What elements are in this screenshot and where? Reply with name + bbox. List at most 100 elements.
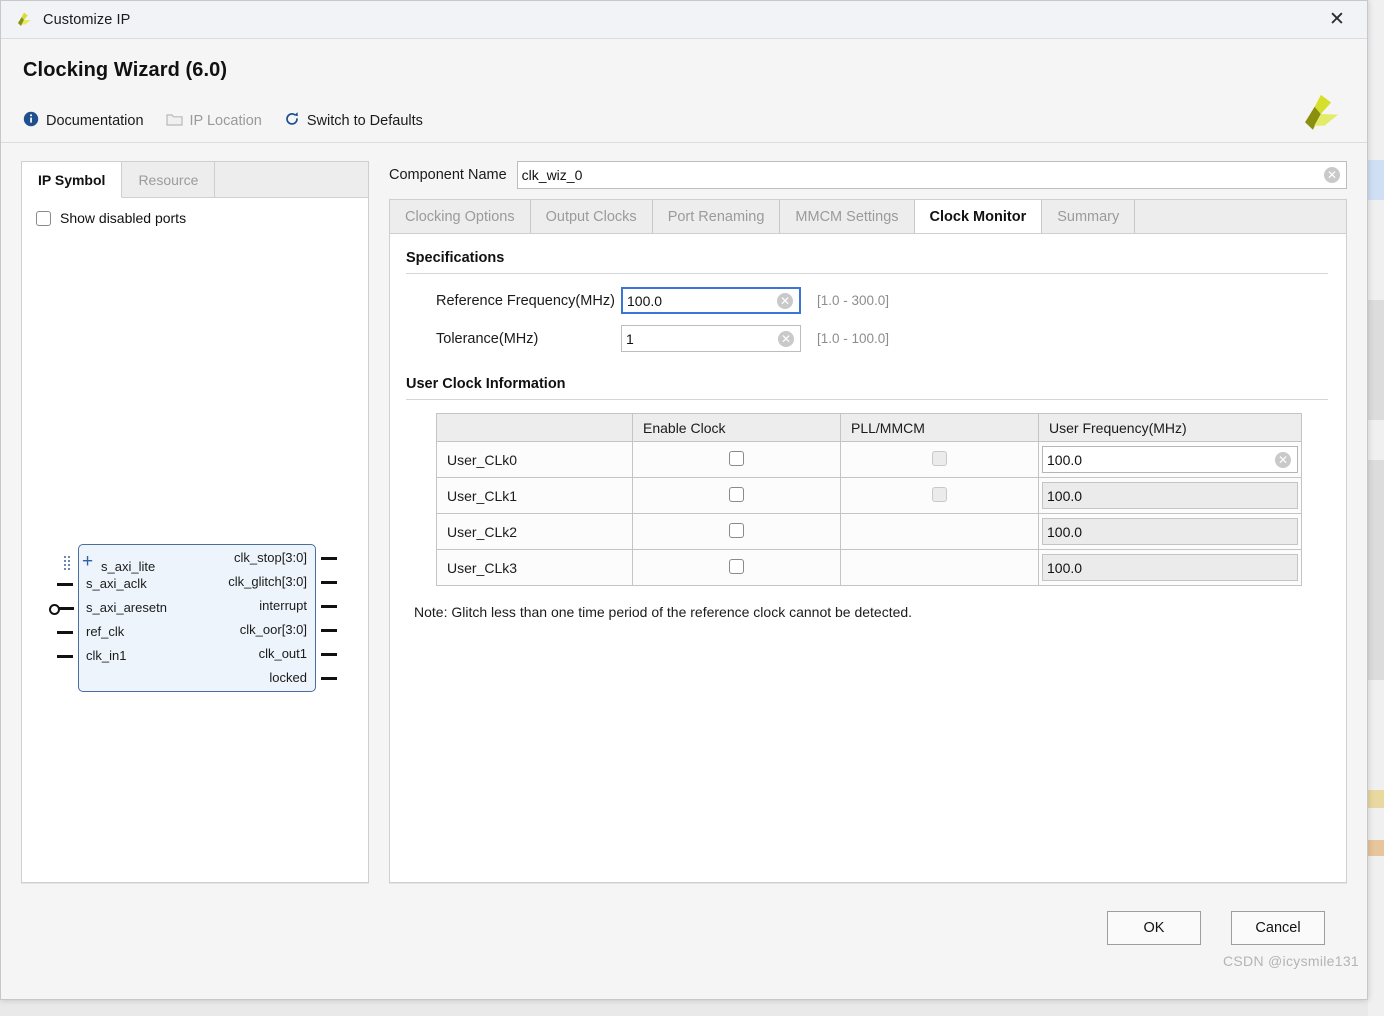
col-header-pll-mmcm: PLL/MMCM <box>840 413 1039 442</box>
user-frequency-value-0: 100.0 <box>1047 451 1083 468</box>
ip-location-link[interactable]: IP Location <box>165 112 262 131</box>
switch-to-defaults-link[interactable]: Switch to Defaults <box>284 111 423 131</box>
clear-circle-icon[interactable]: ✕ <box>777 292 793 309</box>
user-frequency-value-2: 100.0 <box>1047 523 1083 540</box>
tab-clock-monitor[interactable]: Clock Monitor <box>914 200 1043 233</box>
dialog-title: Customize IP <box>43 11 131 28</box>
enable-clock-checkbox-3[interactable] <box>729 558 744 574</box>
documentation-link[interactable]: Documentation <box>23 111 144 131</box>
tolerance-range: [1.0 - 100.0] <box>817 331 890 346</box>
cell-enable-clock-2[interactable] <box>632 513 841 550</box>
port-clk-out1: clk_out1 <box>258 646 307 661</box>
tab-mmcm-settings[interactable]: MMCM Settings <box>780 200 915 233</box>
user-frequency-input-0[interactable]: 100.0 ✕ <box>1042 446 1298 473</box>
reference-frequency-value: 100.0 <box>627 292 663 309</box>
port-clk-oor: clk_oor[3:0] <box>239 622 307 637</box>
port-lead-clk-oor <box>321 629 337 632</box>
refresh-icon <box>284 111 300 131</box>
specifications-title: Specifications <box>406 250 505 266</box>
component-name-label: Component Name <box>389 167 507 183</box>
reference-frequency-wrap: 100.0 ✕ <box>621 287 801 314</box>
port-clk-stop: clk_stop[3:0] <box>234 550 307 565</box>
header-toolbar: Documentation IP Location Switch to Defa… <box>1 82 1367 138</box>
clear-circle-icon[interactable]: ✕ <box>1324 167 1340 183</box>
cell-enable-clock-0[interactable] <box>632 441 841 478</box>
axi-bus-dots-icon <box>63 555 72 571</box>
clear-circle-icon[interactable]: ✕ <box>778 330 794 347</box>
ip-symbol-block: + s_axi_lite s_axi_aclk s_axi_aresetn re… <box>49 544 337 692</box>
col-header-enable-clock: Enable Clock <box>632 413 841 442</box>
port-clk-glitch: clk_glitch[3:0] <box>228 574 307 589</box>
glitch-note: Note: Glitch less than one time period o… <box>414 604 913 620</box>
tab-output-clocks[interactable]: Output Clocks <box>531 200 653 233</box>
left-tabstrip: IP Symbol Resource <box>22 162 368 198</box>
port-s-axi-lite: s_axi_lite <box>101 559 156 574</box>
dialog-header: Clocking Wizard (6.0) <box>1 39 1367 130</box>
user-frequency-input-1: 100.0 <box>1042 482 1298 509</box>
cell-enable-clock-1[interactable] <box>632 477 841 514</box>
table-header-row: Enable Clock PLL/MMCM User Frequency(MHz… <box>436 413 1302 442</box>
user-frequency-input-2: 100.0 <box>1042 518 1298 545</box>
settings-tabstrip: Clocking Options Output Clocks Port Rena… <box>389 199 1347 233</box>
tolerance-value: 1 <box>626 330 634 347</box>
ip-symbol-canvas: + s_axi_lite s_axi_aclk s_axi_aresetn re… <box>22 226 368 882</box>
settings-tabstrip-filler <box>1135 200 1346 233</box>
tab-ip-symbol[interactable]: IP Symbol <box>22 162 123 198</box>
component-name-input[interactable]: clk_wiz_0 ✕ <box>516 161 1347 189</box>
user-clock-table-body: User_CLk0 100.0 ✕ User_CLk1 100.0 User_C… <box>436 441 1302 586</box>
tab-clocking-options[interactable]: Clocking Options <box>390 200 531 233</box>
row-name-user-clk1: User_CLk1 <box>436 477 633 514</box>
row-name-user-clk3: User_CLk3 <box>436 549 633 586</box>
user-frequency-input-3: 100.0 <box>1042 554 1298 581</box>
switch-to-defaults-label: Switch to Defaults <box>306 113 423 129</box>
ok-button[interactable]: OK <box>1107 911 1201 945</box>
cell-enable-clock-3[interactable] <box>632 549 841 586</box>
xilinx-logo-icon <box>15 11 33 29</box>
port-s-axi-aresetn: s_axi_aresetn <box>86 600 167 615</box>
reference-frequency-input[interactable]: 100.0 ✕ <box>621 287 801 314</box>
dialog-body: IP Symbol Resource Show disabled ports +… <box>1 143 1367 883</box>
port-lead-clk-in1 <box>57 655 73 658</box>
component-name-value: clk_wiz_0 <box>521 167 583 183</box>
user-clock-information-title: User Clock Information <box>406 376 566 392</box>
tolerance-row: Tolerance(MHz) 1 ✕ [1.0 - 100.0] <box>406 325 1328 352</box>
cell-pll-mmcm-2 <box>840 513 1039 550</box>
user-clock-table: Enable Clock PLL/MMCM User Frequency(MHz… <box>436 413 1302 586</box>
specifications-divider <box>406 273 1328 274</box>
cell-frequency-0[interactable]: 100.0 ✕ <box>1038 441 1302 478</box>
enable-clock-checkbox-2[interactable] <box>729 522 744 538</box>
user-clock-table-head: Enable Clock PLL/MMCM User Frequency(MHz… <box>436 413 1302 442</box>
tab-port-renaming[interactable]: Port Renaming <box>653 200 781 233</box>
show-disabled-ports-checkbox[interactable] <box>36 210 51 226</box>
cell-frequency-2: 100.0 <box>1038 513 1302 550</box>
expand-plus-icon[interactable]: + <box>82 552 93 571</box>
port-s-axi-aclk: s_axi_aclk <box>86 576 147 591</box>
info-icon <box>23 111 39 131</box>
cancel-button[interactable]: Cancel <box>1231 911 1325 945</box>
tolerance-wrap: 1 ✕ <box>621 325 801 352</box>
close-icon[interactable]: ✕ <box>1317 2 1357 38</box>
dialog-footer: OK Cancel CSDN @icysmile131 <box>1 883 1367 969</box>
col-header-name <box>436 413 633 442</box>
tab-summary[interactable]: Summary <box>1042 200 1136 233</box>
configuration-panel: Component Name clk_wiz_0 ✕ Clocking Opti… <box>389 161 1347 883</box>
port-interrupt: interrupt <box>259 598 307 613</box>
enable-clock-checkbox-1[interactable] <box>729 486 744 502</box>
show-disabled-ports-row[interactable]: Show disabled ports <box>22 198 368 226</box>
port-lead-clk-out1 <box>321 653 337 656</box>
user-frequency-value-1: 100.0 <box>1047 487 1083 504</box>
enable-clock-checkbox-0[interactable] <box>729 450 744 466</box>
clear-circle-icon[interactable]: ✕ <box>1275 451 1291 468</box>
col-header-user-frequency: User Frequency(MHz) <box>1038 413 1302 442</box>
port-clk-in1: clk_in1 <box>86 648 127 663</box>
port-lead-s-axi-aresetn <box>49 604 74 615</box>
tolerance-input[interactable]: 1 ✕ <box>621 325 801 352</box>
table-row: User_CLk1 100.0 <box>436 477 1302 514</box>
xilinx-logo-icon <box>1297 91 1343 137</box>
cell-pll-mmcm-3 <box>840 549 1039 586</box>
port-lead-clk-glitch <box>321 581 337 584</box>
reference-frequency-range: [1.0 - 300.0] <box>817 293 890 308</box>
tab-resource[interactable]: Resource <box>122 162 216 197</box>
row-name-user-clk0: User_CLk0 <box>436 441 633 478</box>
port-ref-clk: ref_clk <box>86 624 125 639</box>
